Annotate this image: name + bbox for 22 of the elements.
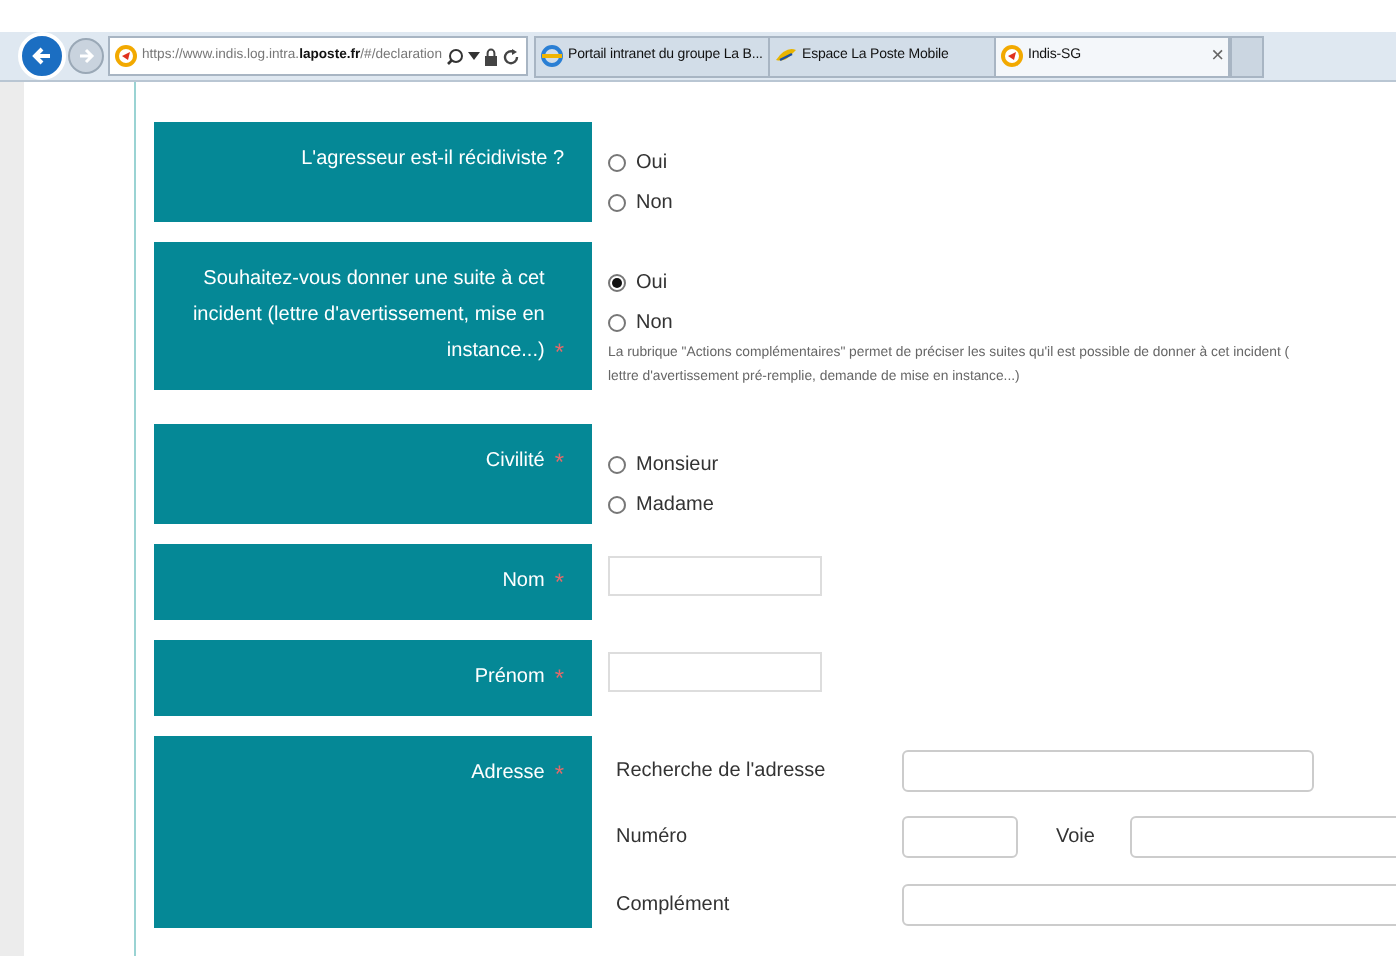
option-label: Oui — [636, 149, 668, 177]
option-label: Madame — [636, 491, 714, 519]
required-mark: * — [554, 758, 564, 792]
option-label: Oui — [636, 269, 668, 297]
field-label: Nom — [502, 568, 545, 596]
field-label: Civilité — [485, 448, 545, 476]
option-label: Non — [636, 189, 673, 217]
option-label: Non — [636, 309, 673, 337]
required-mark: * — [554, 446, 564, 480]
field-label: Numéro — [614, 824, 690, 853]
close-button[interactable]: × — [1211, 39, 1224, 73]
option-label: Monsieur — [636, 451, 719, 479]
field-label: Voie — [1056, 824, 1095, 853]
field-label: Recherche de l'adresse — [614, 758, 828, 787]
required-mark: * — [554, 662, 564, 696]
field-label: L'agresseur est-il récidiviste ? — [301, 146, 564, 174]
field-label: Souhaitez-vous donner une suite à cet incident (lettre d'avertissement, mise en instance...) — [190, 266, 545, 366]
required-mark: * — [554, 566, 564, 600]
required-mark: * — [554, 336, 564, 370]
field-label: Adresse — [471, 760, 545, 788]
field-label: Complément — [614, 891, 732, 920]
field-label: Prénom — [474, 664, 545, 692]
